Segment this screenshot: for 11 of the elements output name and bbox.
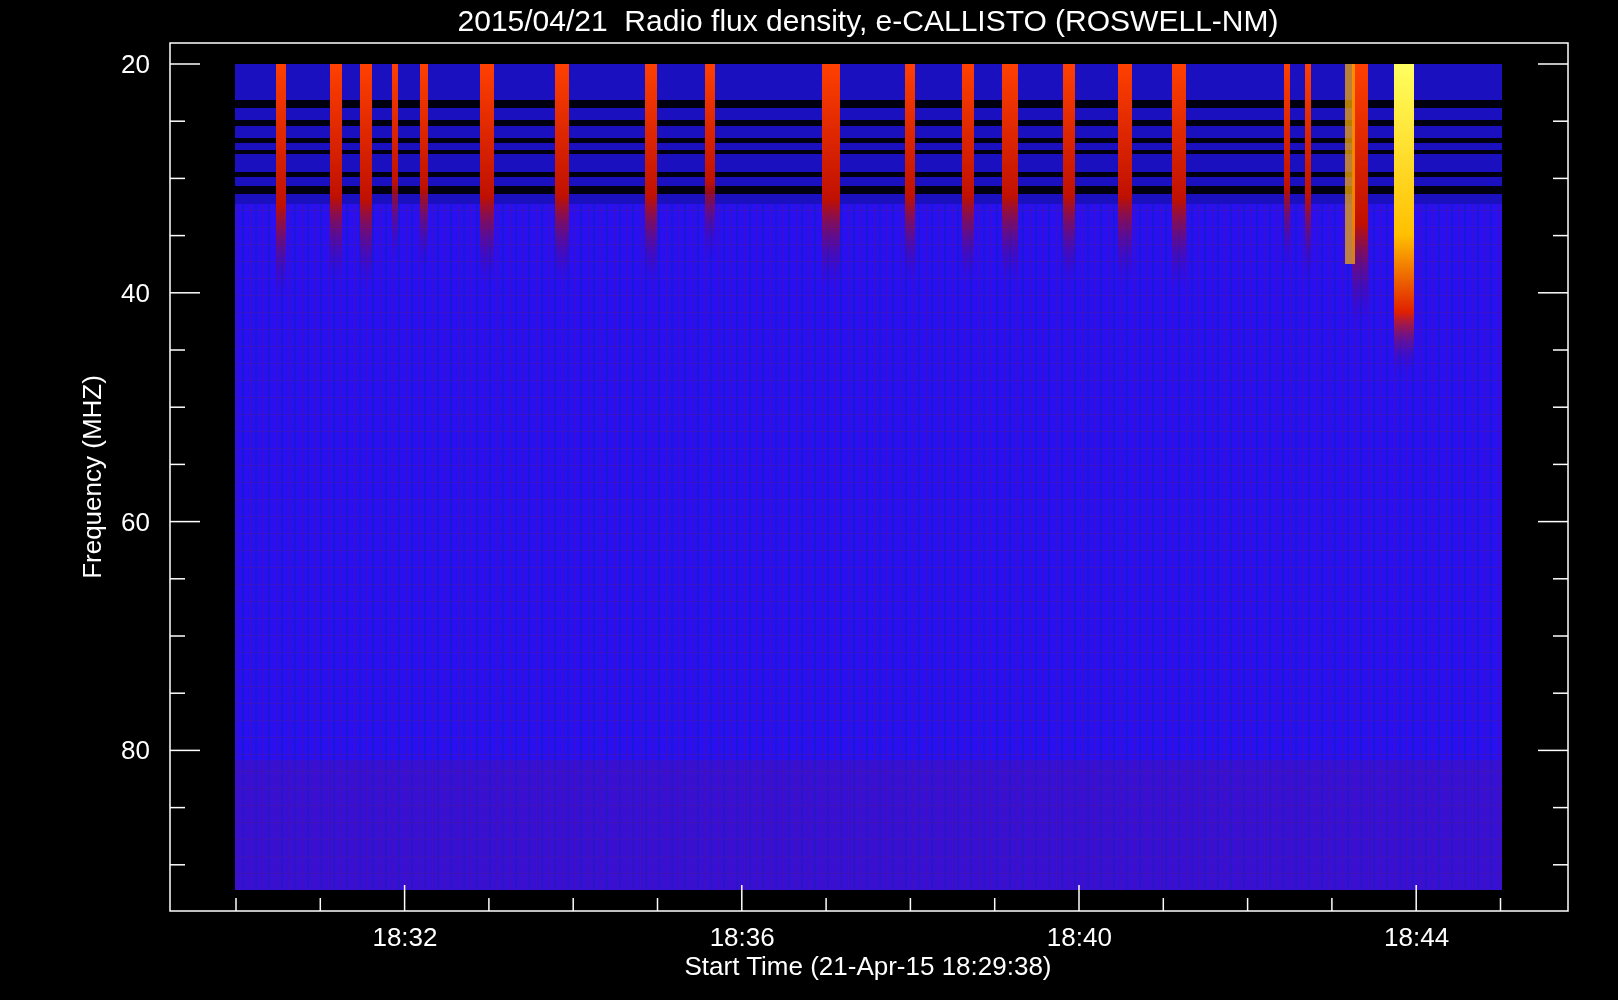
y-tick-label: 40: [121, 277, 150, 308]
x-tick-label: 18:36: [709, 922, 775, 952]
x-tick-label: 18:40: [1046, 922, 1112, 952]
chart-title: 2015/04/21 Radio flux density, e-CALLISTO (ROSWELL-NM): [457, 4, 1279, 37]
y-tick-label: 80: [121, 735, 150, 766]
y-axis-label: Frequency (MHZ): [77, 375, 107, 579]
y-tick-label: 60: [121, 506, 150, 537]
y-tick-label: 20: [121, 49, 150, 79]
x-tick-label: 18:44: [1384, 922, 1450, 952]
x-axis-label: Start Time (21-Apr-15 18:29:38): [684, 951, 1052, 981]
x-tick-label: 18:32: [372, 922, 438, 952]
